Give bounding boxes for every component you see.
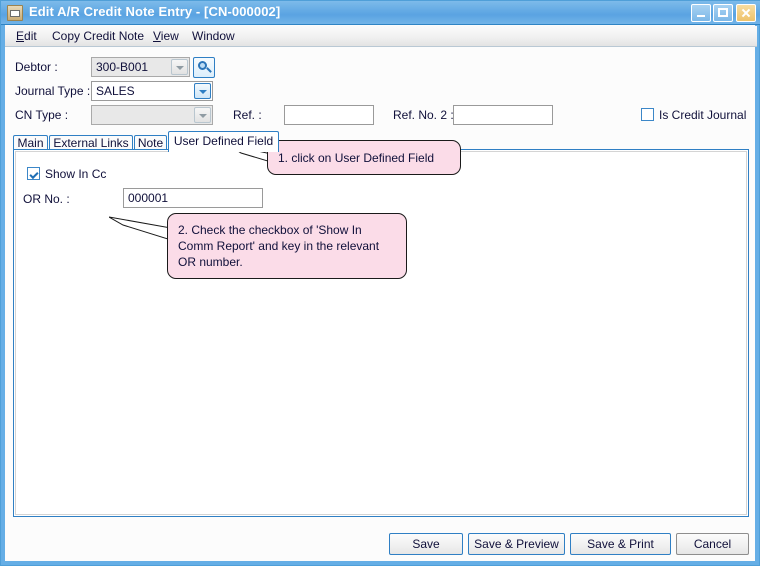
tab-user-defined-field[interactable]: User Defined Field bbox=[168, 131, 279, 152]
debtor-label: Debtor : bbox=[15, 60, 58, 74]
menu-item-window[interactable]: Window bbox=[189, 29, 238, 43]
save-and-print-button[interactable]: Save & Print bbox=[570, 533, 671, 555]
debtor-combo[interactable]: 300-B001 bbox=[91, 57, 190, 77]
cn-type-label: CN Type : bbox=[15, 108, 69, 122]
callout-1-text: 1. click on User Defined Field bbox=[278, 151, 435, 165]
debtor-value: 300-B001 bbox=[96, 60, 149, 74]
save-and-preview-button[interactable]: Save & Preview bbox=[468, 533, 565, 555]
maximize-icon bbox=[714, 5, 732, 21]
window-title: Edit A/R Credit Note Entry - [CN-000002] bbox=[29, 4, 281, 19]
is-credit-journal-checkbox[interactable] bbox=[641, 108, 654, 121]
search-icon bbox=[198, 61, 207, 70]
ref-no-2-label: Ref. No. 2 : bbox=[393, 108, 454, 122]
or-no-input[interactable]: 000001 bbox=[123, 188, 263, 208]
menu-item-view[interactable]: View bbox=[150, 29, 182, 43]
menu-bar: Edit Copy Credit Note View Window bbox=[5, 26, 757, 47]
title-bar[interactable]: Edit A/R Credit Note Entry - [CN-000002] bbox=[1, 1, 760, 25]
journal-type-label: Journal Type : bbox=[15, 84, 91, 98]
show-in-comm-report-label: Show In Cc bbox=[45, 167, 107, 181]
chevron-down-icon[interactable] bbox=[194, 107, 211, 123]
show-in-comm-report-checkbox[interactable] bbox=[27, 167, 40, 180]
callout-2: 2. Check the checkbox of 'Show In Comm R… bbox=[167, 213, 407, 279]
is-credit-journal-label: Is Credit Journal bbox=[659, 108, 747, 122]
cn-type-combo[interactable] bbox=[91, 105, 213, 125]
or-no-value: 000001 bbox=[128, 191, 169, 205]
minimize-icon bbox=[692, 5, 710, 21]
callout-2-text: 2. Check the checkbox of 'Show In Comm R… bbox=[178, 223, 380, 269]
chevron-down-icon[interactable] bbox=[194, 83, 211, 99]
or-no-label: OR No. : bbox=[23, 192, 70, 206]
menu-item-edit[interactable]: Edit bbox=[13, 29, 40, 43]
menu-item-copy-credit-note[interactable]: Copy Credit Note bbox=[49, 29, 147, 43]
cancel-button[interactable]: Cancel bbox=[676, 533, 749, 555]
journal-type-combo[interactable]: SALES bbox=[91, 81, 213, 101]
application-window: Edit A/R Credit Note Entry - [CN-000002]… bbox=[0, 0, 760, 566]
debtor-search-button[interactable] bbox=[193, 57, 215, 78]
close-button[interactable] bbox=[736, 4, 756, 22]
journal-type-value: SALES bbox=[96, 84, 135, 98]
maximize-button[interactable] bbox=[713, 4, 733, 22]
ref-no-2-input[interactable] bbox=[453, 105, 553, 125]
chevron-down-icon[interactable] bbox=[171, 59, 188, 75]
document-envelope-icon bbox=[7, 5, 23, 21]
ref-input[interactable] bbox=[284, 105, 374, 125]
save-button[interactable]: Save bbox=[389, 533, 463, 555]
close-icon bbox=[737, 5, 755, 21]
minimize-button[interactable] bbox=[691, 4, 711, 22]
ref-label: Ref. : bbox=[233, 108, 262, 122]
callout-1: 1. click on User Defined Field bbox=[267, 140, 461, 175]
